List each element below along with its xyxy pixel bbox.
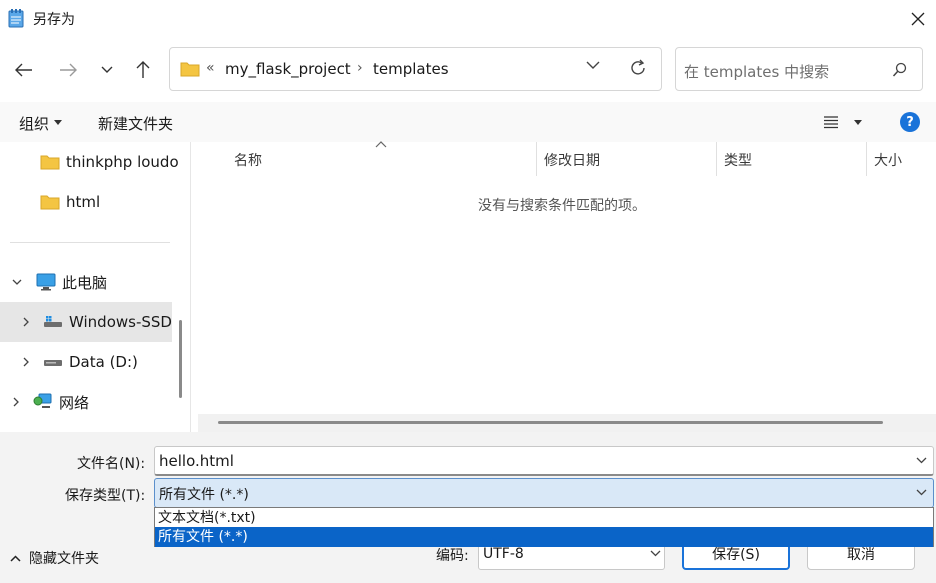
hide-folders-toggle[interactable]: 隐藏文件夹 bbox=[10, 548, 99, 568]
sidebar-item-label: Data (D:) bbox=[69, 353, 138, 371]
sidebar-divider bbox=[10, 242, 170, 243]
refresh-button[interactable] bbox=[628, 58, 648, 78]
arrow-right-icon bbox=[60, 63, 77, 77]
help-button[interactable]: ? bbox=[900, 112, 920, 132]
sidebar-item-label: 网络 bbox=[59, 393, 90, 412]
forward-button[interactable] bbox=[55, 57, 81, 83]
column-header-modified[interactable]: 修改日期 bbox=[544, 150, 600, 170]
sidebar-item-this-pc[interactable]: 此电脑 bbox=[12, 263, 107, 301]
caret-down-icon[interactable] bbox=[54, 120, 62, 125]
search-input[interactable]: 在 templates 中搜索 bbox=[684, 61, 829, 82]
refresh-icon bbox=[631, 59, 645, 75]
new-folder-button[interactable]: 新建文件夹 bbox=[98, 113, 173, 134]
filename-value: hello.html bbox=[159, 452, 234, 470]
encoding-label: 编码: bbox=[436, 548, 469, 564]
drive-icon bbox=[43, 315, 63, 329]
breadcrumb-templates[interactable]: templates bbox=[373, 60, 449, 78]
folder-icon bbox=[40, 194, 60, 210]
organize-button[interactable]: 组织 bbox=[19, 113, 49, 134]
address-overflow[interactable]: « bbox=[206, 60, 215, 76]
caret-down-icon[interactable] bbox=[854, 120, 862, 125]
sidebar-item-label: 此电脑 bbox=[62, 273, 108, 292]
sidebar-item-label: Windows-SSD bbox=[69, 313, 172, 331]
notepad-icon bbox=[8, 8, 24, 28]
sidebar-item-data-d[interactable]: Data (D:) bbox=[23, 343, 138, 381]
chevron-down-icon[interactable] bbox=[12, 279, 22, 285]
arrow-left-icon bbox=[15, 63, 32, 77]
filename-label: 文件名(N): bbox=[77, 456, 146, 472]
filetype-select[interactable]: 所有文件 (*.*) bbox=[154, 478, 934, 508]
column-header-type[interactable]: 类型 bbox=[724, 150, 752, 170]
window-title: 另存为 bbox=[33, 12, 75, 28]
chevron-down-icon[interactable] bbox=[650, 550, 661, 557]
address-dropdown-button[interactable] bbox=[586, 61, 600, 70]
chevron-up-icon bbox=[10, 554, 21, 562]
close-icon bbox=[911, 12, 925, 26]
column-divider[interactable] bbox=[536, 142, 537, 176]
recent-locations-button[interactable] bbox=[94, 57, 120, 83]
filename-input[interactable]: hello.html bbox=[154, 446, 934, 476]
column-header-name[interactable]: 名称 bbox=[234, 150, 262, 170]
filetype-dropdown-list[interactable]: 文本文档(*.txt) 所有文件 (*.*) bbox=[154, 507, 934, 547]
column-header-size[interactable]: 大小 bbox=[874, 150, 902, 170]
chevron-down-icon bbox=[586, 61, 600, 69]
encoding-value: UTF-8 bbox=[483, 546, 524, 562]
sidebar-item-thinkphp[interactable]: thinkphp loudo bbox=[40, 143, 179, 181]
sidebar-item-windows-ssd[interactable]: Windows-SSD bbox=[23, 303, 172, 341]
arrow-up-icon bbox=[136, 61, 150, 78]
breadcrumb-separator[interactable]: › bbox=[357, 60, 363, 76]
breadcrumb-my-flask-project[interactable]: my_flask_project bbox=[225, 60, 351, 78]
column-divider[interactable] bbox=[716, 142, 717, 176]
up-button[interactable] bbox=[130, 57, 156, 83]
network-icon bbox=[33, 393, 53, 411]
drive-icon bbox=[43, 355, 63, 369]
sidebar-item-network[interactable]: 网络 bbox=[13, 383, 89, 421]
sidebar-scrollbar[interactable] bbox=[179, 320, 182, 398]
title-bar bbox=[0, 0, 936, 38]
list-view-icon bbox=[824, 116, 838, 129]
chevron-right-icon[interactable] bbox=[23, 357, 29, 367]
close-button[interactable] bbox=[900, 2, 936, 36]
scrollbar-thumb[interactable] bbox=[218, 421, 883, 424]
column-divider[interactable] bbox=[866, 142, 867, 176]
empty-list-message: 没有与搜索条件匹配的项。 bbox=[478, 198, 646, 214]
sort-ascending-icon bbox=[375, 141, 387, 148]
filetype-label: 保存类型(T): bbox=[65, 488, 146, 504]
filetype-value: 所有文件 (*.*) bbox=[159, 487, 249, 503]
sidebar-item-label: thinkphp loudo bbox=[66, 153, 179, 171]
sidebar-item-html[interactable]: html bbox=[40, 183, 100, 221]
computer-icon bbox=[36, 273, 56, 291]
chevron-down-icon bbox=[101, 66, 113, 73]
filetype-option-txt[interactable]: 文本文档(*.txt) bbox=[155, 508, 933, 528]
chevron-down-icon[interactable] bbox=[916, 457, 927, 464]
folder-icon bbox=[40, 154, 60, 170]
folder-icon bbox=[180, 61, 200, 77]
view-options-button[interactable] bbox=[823, 115, 839, 129]
filetype-option-all[interactable]: 所有文件 (*.*) bbox=[155, 527, 933, 547]
hide-folders-label: 隐藏文件夹 bbox=[29, 551, 99, 567]
sidebar-item-label: html bbox=[66, 193, 101, 211]
chevron-right-icon[interactable] bbox=[23, 317, 29, 327]
chevron-right-icon[interactable] bbox=[13, 397, 19, 407]
file-list[interactable] bbox=[190, 142, 936, 432]
chevron-down-icon[interactable] bbox=[916, 489, 927, 496]
search-icon[interactable] bbox=[892, 62, 908, 78]
back-button[interactable] bbox=[11, 57, 37, 83]
